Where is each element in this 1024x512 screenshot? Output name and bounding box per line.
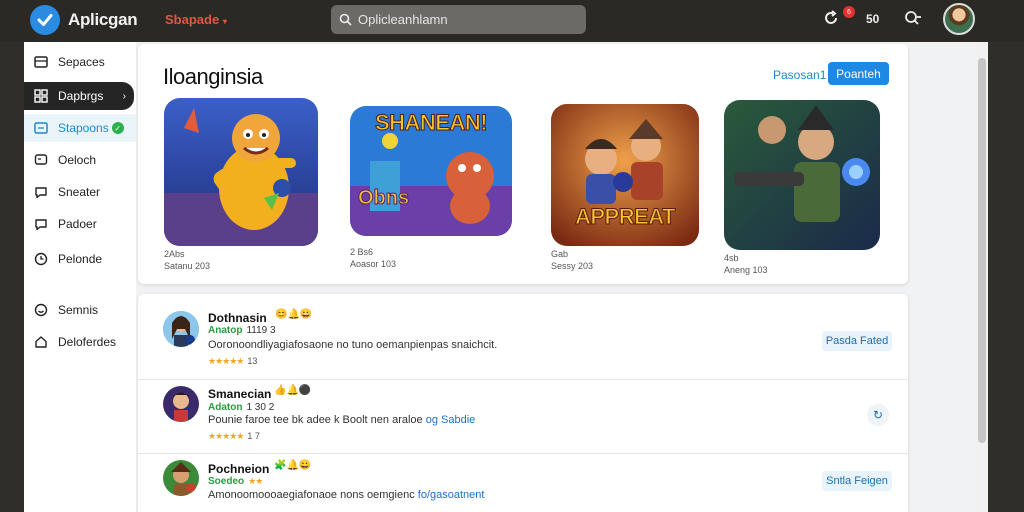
sidebar-item-3[interactable]: Stapoons ✓ [24,114,136,142]
app-list: Dothnasin 😊🔔😀 Anatop 1119 3 Ooronoondliya… [138,294,908,512]
notification-badge[interactable]: 6 [843,6,855,18]
sidebar-item-4[interactable]: Oeloch [24,146,136,174]
sidebar-item-5[interactable]: Sneater [24,178,136,206]
sidebar-item-label: Semnis [58,303,99,317]
star-rating-icon: ★★★★★ [208,356,244,366]
right-frame [988,42,1024,512]
sidebar-item-label: Oeloch [58,153,97,167]
app-avatar [163,386,199,422]
smile-icon [34,303,48,317]
description-link[interactable]: og Sabdie [426,414,476,426]
search-icon [339,13,352,26]
app-description: Amonoomoooaegiafonaoe nons oemgienc fo/g… [208,489,485,501]
app-name: Dothnasin [208,311,267,325]
svg-text:Obns: Obns [358,187,409,209]
grid-icon [34,89,48,103]
check-icon: ✓ [111,122,124,134]
sidebar-item-6[interactable]: Padoer [24,210,136,238]
scrollbar-thumb[interactable] [978,58,986,443]
game-card[interactable]: Obns SHANEAN! 2 Bs6 Aoasor 103 [350,106,512,270]
sidebar-item-label: Padoer [58,217,97,231]
see-all-link[interactable]: Pasosan1 [773,68,826,82]
category-dropdown-label: Sbapade [165,12,220,27]
game-meta: Gab Sessy 203 [551,249,594,271]
game-thumbnail[interactable]: APPREAT [551,104,699,246]
row-action-button[interactable]: Sntla Feigen [822,471,892,491]
coin-count: 50 [866,12,880,26]
game-art-title: SHANEAN! [374,110,488,136]
app-subtitle: Soedeo ★★ [208,476,263,487]
row-action-button[interactable]: Pasda Fated [822,331,892,351]
list-item[interactable]: Dothnasin 😊🔔😀 Anatop 1119 3 Ooronoondliya… [138,294,908,380]
app-name: Pochneion [208,462,270,476]
sidebar-item-8[interactable]: Semnis [24,296,136,324]
list-icon [34,122,48,134]
primary-button[interactable]: Poanteh [828,62,889,85]
list-item[interactable]: Smanecian 👍🔔⚫ Adaton 1 30 2 Pounie faroe … [138,380,908,454]
section-title: Iloanginsia [163,64,263,89]
refresh-icon: ↻ [872,408,884,422]
home-icon [35,336,47,348]
game-card[interactable]: APPREAT Gab Sessy 203 [551,104,699,272]
sidebar-item-label: Sneater [58,185,101,199]
refresh-icon[interactable] [823,10,839,31]
app-rating: ★★★★★ 1 7 [208,431,260,441]
list-item[interactable]: Pochneion 🧩🔔😀 Soedeo ★★ Amonoomoooaegiafo… [138,454,908,512]
star-rating-icon: ★★ [248,476,263,486]
list-icon [34,56,48,68]
sidebar-item-9[interactable]: Deloferdes [24,328,136,356]
chat-icon [35,187,47,199]
app-subtitle: Adaton 1 30 2 [208,402,275,413]
app-subtitle: Anatop 1119 3 [208,325,276,336]
game-thumbnail[interactable]: Obns SHANEAN! [350,106,512,236]
sidebar-item-1[interactable]: Sepaces [24,48,136,76]
game-art-title: APPREAT [575,204,677,230]
app-description: Pounie faroe tee bk adee k Boolt nen ara… [208,414,476,426]
featured-section: Iloanginsia Pasosan1 Poanteh 2Abs Satanu… [138,44,908,284]
sidebar: Sepaces Dapbrgs › Stapoons ✓ Oeloch Snea… [24,42,136,512]
sidebar-item-label: Deloferdes [58,335,117,349]
sidebar-item-label: Dapbrgs [58,89,104,103]
game-card[interactable]: 2Abs Satanu 203 [164,98,318,272]
app-name: Smanecian [208,387,272,401]
clock-icon [34,252,48,266]
sidebar-item-label: Pelonde [58,252,103,266]
search-input[interactable] [358,12,568,27]
search-user-icon[interactable] [904,10,922,31]
chat-icon [34,154,48,165]
game-card[interactable]: 4sb Aneng 103 [724,100,880,276]
app-rating: ★★★★★ 13 [208,356,258,366]
game-thumbnail[interactable] [164,98,318,246]
chat-icon [35,219,47,231]
user-avatar[interactable] [943,3,975,35]
game-meta: 4sb Aneng 103 [724,253,768,275]
refresh-button[interactable]: ↻ [867,404,889,426]
category-dropdown[interactable]: Sbapade ▾ [165,12,227,27]
app-avatar [163,311,199,347]
game-meta: 2 Bs6 Aoasor 103 [350,247,397,269]
sidebar-item-2[interactable]: Dapbrgs › [24,82,134,110]
sidebar-item-label: Stapoons [58,121,109,135]
emoji-icon: 👍🔔⚫ [274,385,312,396]
sidebar-item-label: Sepaces [58,55,105,69]
emoji-icon: 🧩🔔😀 [274,460,312,471]
game-thumbnail[interactable] [724,100,880,250]
app-description: Ooronoondliyagiafosaone no tuno oemanpie… [208,339,498,351]
sidebar-item-7[interactable]: Pelonde [24,245,136,273]
app-logo-icon[interactable] [30,5,60,35]
game-meta: 2Abs Satanu 203 [164,249,211,271]
app-title: Aplicgan [68,10,138,29]
top-bar: Aplicgan Sbapade ▾ 6 50 [0,0,1024,42]
chevron-right-icon: › [122,90,126,102]
app-avatar [163,460,199,496]
search-bar[interactable] [331,5,586,34]
description-link[interactable]: fo/gasoatnent [418,489,485,501]
star-rating-icon: ★★★★★ [208,431,244,441]
caret-down-icon: ▾ [222,17,227,26]
left-frame [0,42,24,512]
emoji-icon: 😊🔔😀 [275,309,313,320]
